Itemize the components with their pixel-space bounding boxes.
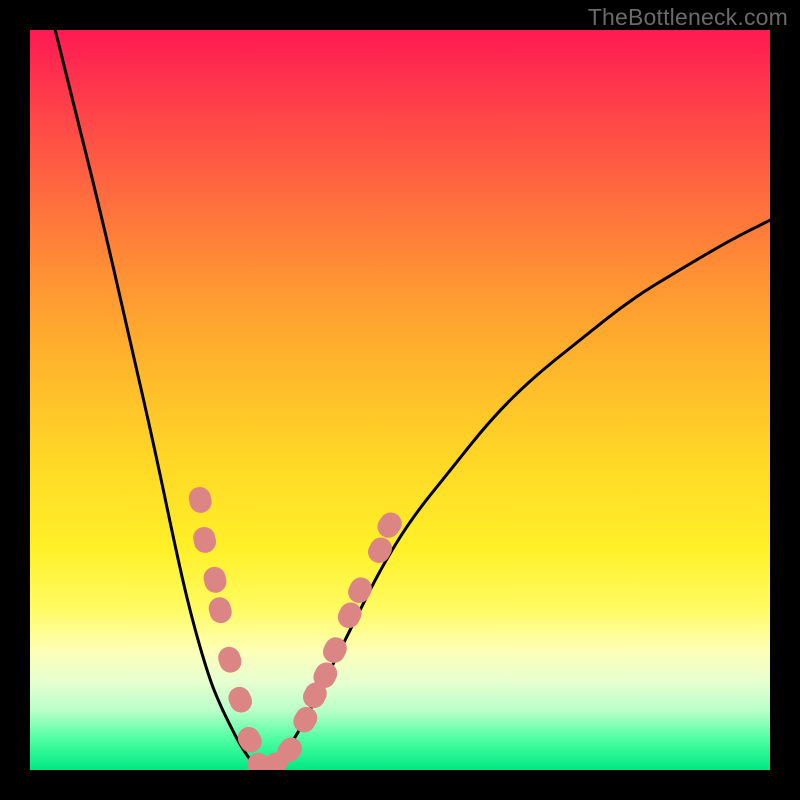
marker-point [191, 525, 218, 555]
plot-area [30, 30, 770, 770]
marker-layer [187, 485, 406, 770]
marker-point [187, 485, 214, 515]
marker-point [334, 599, 365, 632]
marker-point [234, 723, 266, 757]
marker-point [215, 644, 244, 676]
curve-right [265, 220, 770, 770]
marker-point [289, 703, 321, 737]
watermark-text: TheBottleneck.com [588, 4, 788, 31]
outer-frame: TheBottleneck.com [0, 0, 800, 800]
marker-point [364, 533, 396, 566]
marker-point [344, 574, 375, 607]
marker-point [201, 565, 228, 595]
marker-point [225, 683, 256, 716]
marker-point [206, 595, 234, 626]
curve-layer [55, 30, 770, 770]
chart-svg [30, 30, 770, 770]
